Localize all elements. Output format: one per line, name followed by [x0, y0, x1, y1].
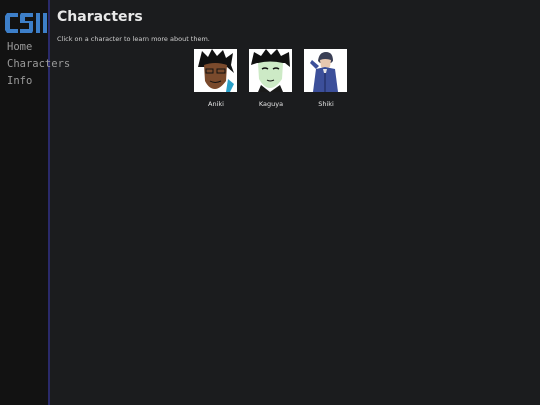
character-card-aniki[interactable]: Aniki: [194, 49, 238, 108]
character-name-shiki: Shiki: [318, 100, 334, 108]
nav-home[interactable]: Home: [7, 41, 32, 53]
character-name-aniki: Aniki: [208, 100, 224, 108]
aniki-portrait: [194, 49, 237, 92]
page-title: Characters: [57, 9, 143, 25]
character-card-kaguya[interactable]: Kaguya: [249, 49, 293, 108]
sidebar: Home Characters Info: [0, 0, 70, 405]
main-content: Characters Click on a character to learn…: [57, 0, 540, 405]
kaguya-portrait: [249, 49, 292, 92]
page-subtitle: Click on a character to learn more about…: [57, 35, 210, 43]
site-logo[interactable]: [4, 10, 48, 36]
character-card-shiki[interactable]: Shiki: [304, 49, 348, 108]
logo-icon: [5, 13, 47, 33]
nav-info[interactable]: Info: [7, 75, 32, 87]
character-name-kaguya: Kaguya: [258, 100, 284, 108]
shiki-portrait: [304, 49, 347, 92]
